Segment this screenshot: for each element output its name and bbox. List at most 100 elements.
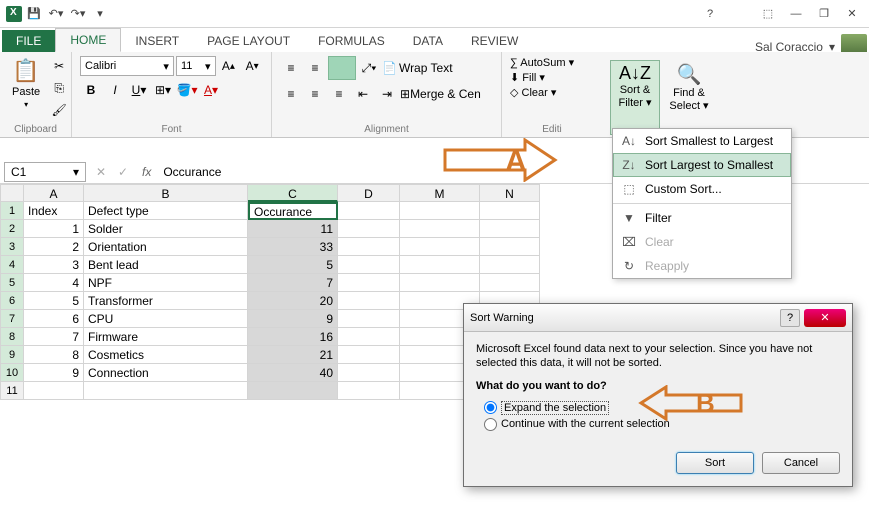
cell[interactable]: 20 — [248, 292, 338, 310]
italic-button[interactable]: I — [104, 80, 126, 100]
align-left-icon[interactable]: ≡ — [280, 84, 302, 104]
dialog-help-icon[interactable]: ? — [780, 309, 800, 327]
cell[interactable]: NPF — [84, 274, 248, 292]
row-header[interactable]: 2 — [0, 220, 24, 238]
autosum-button[interactable]: ∑ AutoSum ▾ — [510, 56, 594, 69]
merge-button[interactable]: ⊞ Merge & Cen — [400, 84, 481, 104]
cell[interactable]: Solder — [84, 220, 248, 238]
cell[interactable]: CPU — [84, 310, 248, 328]
cell[interactable] — [400, 220, 480, 238]
underline-button[interactable]: U▾ — [128, 80, 150, 100]
dd-custom-sort[interactable]: ⬚Custom Sort... — [613, 177, 791, 201]
cancel-formula-icon[interactable]: ✕ — [90, 162, 112, 182]
cell[interactable]: 11 — [248, 220, 338, 238]
cell[interactable] — [338, 328, 400, 346]
cell[interactable]: 9 — [248, 310, 338, 328]
cell[interactable] — [400, 274, 480, 292]
cell[interactable] — [480, 256, 540, 274]
border-button[interactable]: ⊞▾ — [152, 80, 174, 100]
col-header[interactable]: C — [248, 184, 338, 202]
cell[interactable]: 40 — [248, 364, 338, 382]
row-header[interactable]: 10 — [0, 364, 24, 382]
fill-button[interactable]: ⬇ Fill ▾ — [510, 71, 594, 84]
cell[interactable]: Defect type — [84, 202, 248, 220]
cell[interactable]: 21 — [248, 346, 338, 364]
dd-filter[interactable]: ▼Filter — [613, 206, 791, 230]
cell[interactable] — [338, 382, 400, 400]
cell[interactable]: 16 — [248, 328, 338, 346]
cell[interactable]: Connection — [84, 364, 248, 382]
cell[interactable]: Cosmetics — [84, 346, 248, 364]
align-bottom-icon[interactable] — [328, 56, 356, 80]
col-header[interactable]: B — [84, 184, 248, 202]
select-all[interactable] — [0, 184, 24, 202]
cell[interactable] — [338, 346, 400, 364]
cell[interactable]: 33 — [248, 238, 338, 256]
wrap-text-button[interactable]: 📄 Wrap Text — [382, 58, 453, 78]
cell[interactable] — [338, 310, 400, 328]
tab-page-layout[interactable]: PAGE LAYOUT — [193, 30, 304, 52]
cell[interactable] — [338, 220, 400, 238]
row-header[interactable]: 9 — [0, 346, 24, 364]
increase-indent-icon[interactable]: ⇥ — [376, 84, 398, 104]
align-right-icon[interactable]: ≡ — [328, 84, 350, 104]
cell[interactable]: 8 — [24, 346, 84, 364]
fill-color-button[interactable]: 🪣▾ — [176, 80, 198, 100]
tab-review[interactable]: REVIEW — [457, 30, 532, 52]
help-icon[interactable]: ? — [697, 4, 723, 24]
cell[interactable]: 9 — [24, 364, 84, 382]
minimize-icon[interactable]: — — [783, 4, 809, 24]
cell[interactable]: 5 — [24, 292, 84, 310]
orientation-icon[interactable]: ⤢▾ — [358, 58, 380, 78]
cell[interactable] — [338, 292, 400, 310]
cell[interactable] — [84, 382, 248, 400]
row-header[interactable]: 4 — [0, 256, 24, 274]
cell[interactable]: Orientation — [84, 238, 248, 256]
cell[interactable] — [400, 256, 480, 274]
cell[interactable] — [338, 238, 400, 256]
cell[interactable]: 2 — [24, 238, 84, 256]
paste-button[interactable]: 📋 Paste ▾ — [8, 56, 44, 122]
font-color-button[interactable]: A▾ — [200, 80, 222, 100]
clear-button[interactable]: ◇ Clear ▾ — [510, 86, 594, 99]
sort-button[interactable]: Sort — [676, 452, 754, 474]
dd-sort-asc[interactable]: A↓Sort Smallest to Largest — [613, 129, 791, 153]
tab-file[interactable]: FILE — [2, 30, 55, 52]
close-icon[interactable]: ✕ — [839, 4, 865, 24]
decrease-indent-icon[interactable]: ⇤ — [352, 84, 374, 104]
row-header[interactable]: 1 — [0, 202, 24, 220]
cell[interactable]: Transformer — [84, 292, 248, 310]
col-header[interactable]: A — [24, 184, 84, 202]
cell[interactable]: 1 — [24, 220, 84, 238]
radio-input[interactable] — [484, 418, 497, 431]
radio-input[interactable] — [484, 401, 497, 414]
row-header[interactable]: 3 — [0, 238, 24, 256]
cell[interactable]: 5 — [248, 256, 338, 274]
cell[interactable]: Bent lead — [84, 256, 248, 274]
col-header[interactable]: N — [480, 184, 540, 202]
cell[interactable] — [400, 238, 480, 256]
tab-insert[interactable]: INSERT — [121, 30, 193, 52]
row-header[interactable]: 11 — [0, 382, 24, 400]
cell[interactable] — [338, 256, 400, 274]
cell[interactable]: 7 — [24, 328, 84, 346]
cell[interactable]: Index — [24, 202, 84, 220]
cell[interactable] — [338, 274, 400, 292]
redo-icon[interactable]: ↷▾ — [68, 4, 88, 24]
row-header[interactable]: 7 — [0, 310, 24, 328]
sort-filter-button[interactable]: A↓Z Sort & Filter ▾ — [610, 60, 660, 135]
cell[interactable]: 7 — [248, 274, 338, 292]
cell[interactable] — [480, 202, 540, 220]
undo-icon[interactable]: ↶▾ — [46, 4, 66, 24]
row-header[interactable]: 6 — [0, 292, 24, 310]
cell[interactable] — [480, 274, 540, 292]
qat-customize-icon[interactable]: ▾ — [90, 4, 110, 24]
cancel-button[interactable]: Cancel — [762, 452, 840, 474]
find-select-button[interactable]: 🔍 Find & Select ▾ — [664, 60, 714, 135]
col-header[interactable]: D — [338, 184, 400, 202]
name-box[interactable]: C1▾ — [4, 162, 86, 182]
cell[interactable] — [338, 364, 400, 382]
cell[interactable] — [480, 220, 540, 238]
font-size-combo[interactable]: 11▾ — [176, 56, 216, 76]
cell[interactable]: 4 — [24, 274, 84, 292]
